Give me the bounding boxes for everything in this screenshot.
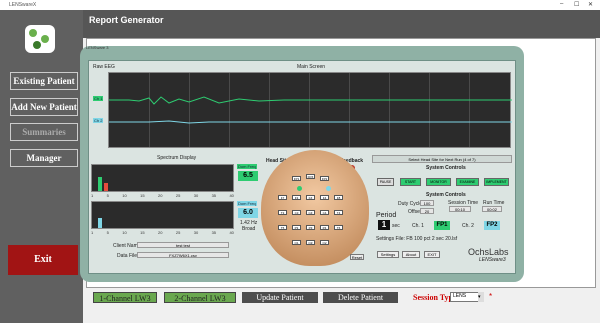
spectrum-graph-1 — [91, 164, 234, 192]
site-c3[interactable]: C3 — [292, 210, 301, 215]
head-map — [261, 150, 369, 266]
brand-name: OchsLabs — [468, 247, 509, 257]
system-controls-label-2: System Controls — [426, 192, 466, 198]
page-title: Report Generator — [89, 15, 164, 25]
period-unit: sec — [392, 223, 400, 229]
brand-subtitle: LENSware3 — [479, 257, 506, 263]
main-screen-label: Main Screen — [297, 64, 326, 70]
session-time-field: 00:10 — [449, 206, 471, 212]
dom-freq-label-1: Dom Freq — [237, 164, 257, 169]
examine-button[interactable]: EXAMINE — [456, 178, 479, 186]
channel-1-label: Ch 1 — [93, 96, 104, 101]
app-logo-icon — [25, 25, 55, 53]
settings-file-label: Settings File: FB 100 pct 2 sec 20.lsf — [376, 236, 458, 242]
required-asterisk: * — [489, 292, 493, 301]
exit-button[interactable]: Exit — [8, 245, 78, 275]
add-new-patient-button[interactable]: Add New Patient — [10, 98, 78, 116]
spectrum-graph-2 — [91, 201, 234, 229]
about-button[interactable]: About — [402, 251, 420, 258]
eeg-traces — [109, 96, 512, 124]
settings-button[interactable]: Settings — [377, 251, 399, 258]
site-f3[interactable]: F3 — [292, 195, 301, 200]
offset-field[interactable]: 20 — [420, 208, 434, 214]
raw-eeg-label: Raw EEG — [93, 64, 115, 70]
site-t3[interactable]: T3 — [278, 210, 287, 215]
existing-patient-button[interactable]: Existing Patient — [10, 72, 78, 90]
spectrum-x-ticks-1: 1 5 10 15 20 25 30 35 40 — [91, 193, 234, 198]
minimize-button[interactable]: – — [560, 1, 563, 7]
summaries-button[interactable]: Summaries — [10, 123, 78, 141]
manager-button[interactable]: Manager — [10, 149, 78, 167]
site-o1[interactable]: O1 — [292, 240, 301, 245]
ch2-site-value[interactable]: FP2 — [484, 221, 500, 230]
system-controls-label: System Controls — [426, 165, 466, 171]
monitor-button[interactable]: MONITOR — [426, 178, 451, 186]
period-label: Period — [376, 212, 397, 219]
data-file-label: Data File: — [117, 253, 139, 259]
duty-cycle-label: Duty Cycle — [398, 201, 423, 207]
site-f4[interactable]: F4 — [320, 195, 329, 200]
client-name-field: test test — [137, 242, 229, 248]
ch1-site-marker-icon — [297, 186, 302, 191]
site-fz[interactable]: FZ — [306, 195, 315, 200]
site-t5[interactable]: T5 — [278, 225, 287, 230]
window-title: LENSwareX — [9, 2, 37, 8]
reset-button[interactable]: Reset — [350, 254, 364, 260]
site-f7[interactable]: F7 — [278, 195, 287, 200]
site-fpz[interactable]: FPZ — [306, 174, 315, 179]
site-fp2[interactable]: FP2 — [320, 176, 329, 181]
ch2-select-label: Ch. 2 — [462, 223, 474, 229]
site-cz[interactable]: CZ — [306, 210, 315, 215]
site-pz[interactable]: PZ — [306, 225, 315, 230]
spectrum-x-ticks-2: 1 5 10 15 20 25 30 35 40 — [91, 230, 234, 235]
implement-button[interactable]: IMPLEMENT — [484, 178, 509, 186]
start-button[interactable]: START — [400, 178, 421, 186]
maximize-button[interactable]: ☐ — [574, 1, 579, 8]
site-c4[interactable]: C4 — [320, 210, 329, 215]
site-p3[interactable]: P3 — [292, 225, 301, 230]
site-oz[interactable]: OZ — [306, 240, 315, 245]
site-p4[interactable]: P4 — [320, 225, 329, 230]
spectrum-display-label: Spectrum Display — [157, 155, 197, 161]
site-f8[interactable]: F8 — [334, 195, 343, 200]
raw-eeg-graph — [108, 72, 512, 148]
ch2-site-marker-icon — [326, 186, 331, 191]
dom-freq-value-2: 6.0 — [238, 208, 258, 218]
site-t4[interactable]: T4 — [334, 210, 343, 215]
dom-freq-value-1: 6.5 — [238, 171, 258, 181]
delete-patient-button[interactable]: Delete Patient — [323, 292, 398, 303]
site-t6[interactable]: T6 — [334, 225, 343, 230]
lens-window-title: LENSware 3 — [86, 45, 109, 50]
window-titlebar: LENSwareX – ☐ ✕ — [0, 0, 600, 10]
site-fp1[interactable]: FP1 — [292, 176, 301, 181]
ch1-site-value[interactable]: FP1 — [434, 221, 450, 230]
lens-exit-button[interactable]: EXIT — [424, 251, 440, 258]
site-o2[interactable]: O2 — [320, 240, 329, 245]
ch1-select-label: Ch. 1 — [412, 223, 424, 229]
data-file-field: FXZ7W6X1.csv — [137, 252, 229, 258]
two-channel-lw3-button[interactable]: 2-Channel LW3 — [164, 292, 236, 303]
update-patient-button[interactable]: Update Patient — [242, 292, 318, 303]
duty-cycle-field[interactable]: 100 — [420, 200, 434, 206]
close-button[interactable]: ✕ — [588, 1, 593, 8]
channel-2-label: Ch 2 — [93, 118, 104, 123]
select-head-site-label: Select Head Site for Next Run (4 of 7) — [372, 155, 512, 163]
chevron-down-icon[interactable]: ▾ — [478, 292, 484, 302]
one-channel-lw3-button[interactable]: 1-Channel LW3 — [93, 292, 157, 303]
dom-freq-sub2: Broad — [242, 226, 256, 232]
run-time-field: 00:02 — [482, 206, 502, 212]
pause-button[interactable]: PAUSE — [377, 178, 394, 186]
dom-freq-label-2: Dom Freq — [237, 201, 257, 206]
period-value[interactable]: 1 — [378, 220, 390, 230]
